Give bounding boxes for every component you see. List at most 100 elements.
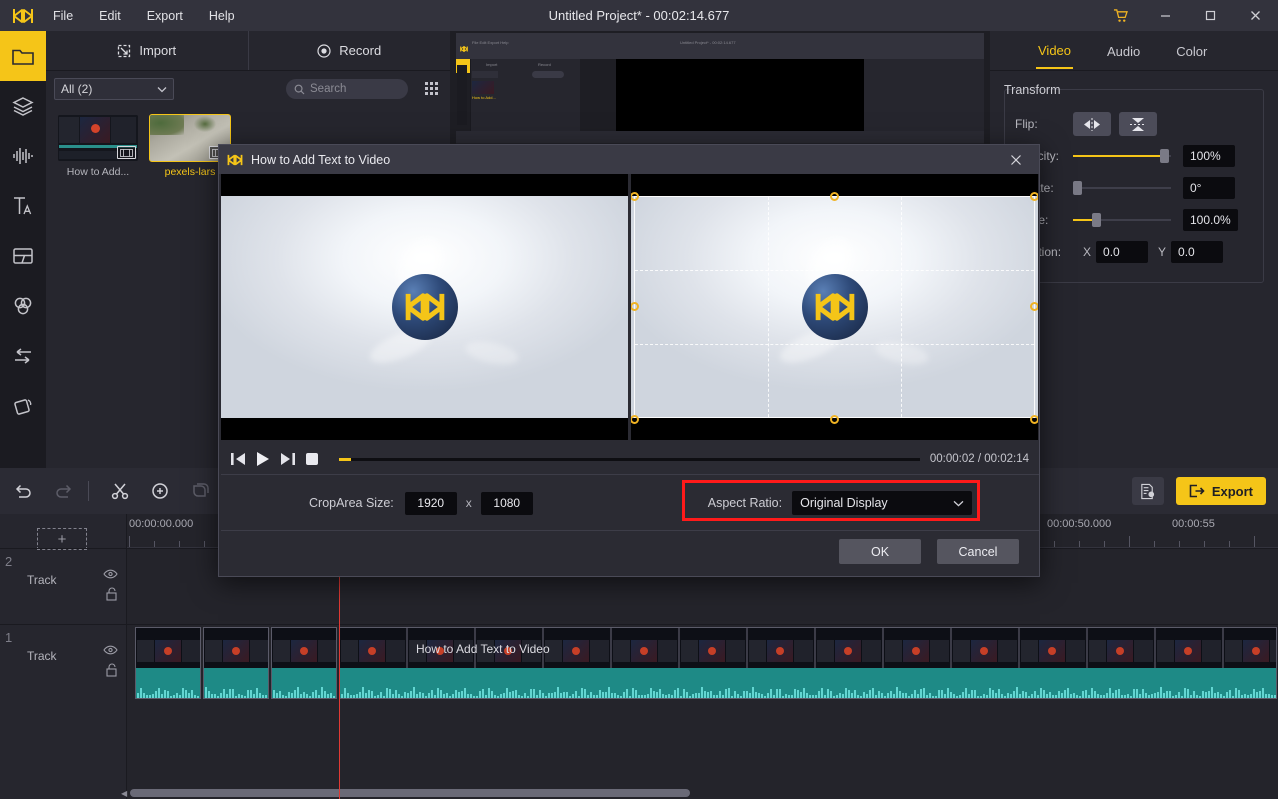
sidebar-item-elements[interactable]	[0, 381, 46, 431]
minimize-icon[interactable]	[1143, 0, 1188, 31]
app-logo-icon	[0, 8, 46, 24]
crop-add-icon	[151, 482, 169, 500]
cancel-button[interactable]: Cancel	[937, 539, 1019, 564]
crop-handle-mid-right[interactable]	[1030, 302, 1038, 311]
menu-file[interactable]: File	[50, 7, 76, 25]
track-header-2: 2 Track	[0, 549, 127, 624]
grid-view-icon[interactable]	[422, 79, 442, 99]
crop-handle-bottom-left[interactable]	[631, 415, 639, 424]
opacity-value[interactable]: 100%	[1183, 145, 1235, 167]
crop-height-input[interactable]: 1080	[481, 492, 533, 515]
menu-export[interactable]: Export	[144, 7, 186, 25]
maximize-icon[interactable]	[1188, 0, 1233, 31]
unlock-icon[interactable]	[105, 663, 118, 682]
eye-icon[interactable]	[103, 642, 118, 660]
title-bar: File Edit Export Help Untitled Project* …	[0, 0, 1278, 31]
elements-icon	[11, 395, 35, 417]
tab-video[interactable]: Video	[1036, 33, 1073, 69]
media-filter-select[interactable]: All (2)	[54, 78, 174, 100]
copy-button[interactable]	[183, 474, 217, 508]
timeline-clip[interactable]	[271, 627, 337, 699]
undo-button[interactable]	[6, 474, 40, 508]
rotate-value[interactable]: 0°	[1183, 177, 1235, 199]
dialog-close-icon[interactable]	[1001, 145, 1031, 174]
menu-help[interactable]: Help	[206, 7, 238, 25]
ruler-label-3: 00:00:55	[1172, 518, 1215, 530]
clip-audio-waveform	[340, 668, 1276, 698]
crop-button[interactable]	[143, 474, 177, 508]
split-button[interactable]	[103, 474, 137, 508]
crop-width-input[interactable]: 1920	[405, 492, 457, 515]
next-frame-button[interactable]	[280, 452, 295, 466]
track-name: Track	[27, 573, 57, 587]
position-y-value[interactable]: 0.0	[1171, 241, 1223, 263]
stop-button[interactable]	[305, 452, 319, 466]
timeline-horizontal-scrollbar[interactable]: ◀	[127, 789, 1278, 797]
timeline-clip[interactable]	[135, 627, 201, 699]
audio-waveform-icon	[11, 145, 35, 167]
sidebar-item-titles[interactable]	[0, 181, 46, 231]
copy-icon	[191, 482, 209, 500]
next-frame-icon	[280, 452, 295, 466]
ruler-label-0: 00:00:00.000	[129, 518, 193, 530]
tab-record[interactable]: Record	[248, 31, 451, 70]
play-button[interactable]	[256, 451, 270, 467]
sidebar-item-stock-media[interactable]	[0, 81, 46, 131]
rotate-slider[interactable]	[1073, 187, 1171, 189]
clip-audio-waveform	[272, 668, 336, 698]
crop-handle-bottom-center[interactable]	[830, 415, 839, 424]
undo-icon	[14, 483, 33, 499]
scale-value[interactable]: 100.0%	[1183, 209, 1238, 231]
tab-audio[interactable]: Audio	[1105, 34, 1142, 68]
aspect-ratio-select[interactable]: Original Display	[792, 491, 972, 515]
flip-vertical-button[interactable]	[1119, 112, 1157, 136]
record-icon	[317, 44, 331, 58]
export-button[interactable]: Export	[1176, 477, 1266, 505]
prev-frame-button[interactable]	[231, 452, 246, 466]
timeline-clip[interactable]: How to Add Text to Video	[339, 627, 1277, 699]
sidebar-item-split-screen[interactable]	[0, 231, 46, 281]
redo-button[interactable]	[46, 474, 80, 508]
flip-horizontal-button[interactable]	[1073, 112, 1111, 136]
media-item-0[interactable]: How to Add...	[58, 115, 138, 178]
close-icon[interactable]	[1233, 0, 1278, 31]
tab-color[interactable]: Color	[1174, 34, 1209, 68]
crop-handle-top-center[interactable]	[830, 192, 839, 201]
sidebar-item-effects[interactable]	[0, 281, 46, 331]
unlock-icon[interactable]	[105, 587, 118, 606]
search-input[interactable]: Search	[286, 79, 408, 99]
project-settings-button[interactable]	[1132, 477, 1164, 505]
tab-record-label: Record	[339, 43, 381, 58]
eye-icon[interactable]	[103, 566, 118, 584]
scale-slider[interactable]	[1073, 219, 1171, 221]
timeline-clip[interactable]	[203, 627, 269, 699]
track-row[interactable]: 1 Track How to Add Text to Video	[0, 624, 1278, 700]
add-track-button[interactable]: +	[37, 528, 87, 550]
export-arrow-icon	[1189, 484, 1205, 498]
crop-preview[interactable]	[631, 174, 1038, 440]
position-x-value[interactable]: 0.0	[1096, 241, 1148, 263]
scrollbar-thumb[interactable]	[130, 789, 690, 797]
cart-icon[interactable]	[1098, 0, 1143, 31]
prev-frame-icon	[231, 452, 246, 466]
crop-handle-top-right[interactable]	[1030, 192, 1038, 201]
video-clip-badge-icon	[117, 146, 136, 159]
crop-rectangle[interactable]	[634, 196, 1035, 418]
media-item-caption: How to Add...	[58, 166, 138, 178]
folder-icon	[11, 45, 35, 67]
sidebar-item-audio[interactable]	[0, 131, 46, 181]
sidebar-item-media-library[interactable]	[0, 31, 46, 81]
opacity-slider[interactable]	[1073, 155, 1171, 157]
position-row: Position: X 0.0 Y 0.0	[1015, 236, 1253, 268]
playback-progress-slider[interactable]	[339, 458, 920, 461]
search-placeholder: Search	[310, 83, 346, 95]
ok-button[interactable]: OK	[839, 539, 921, 564]
properties-tab-bar: Video Audio Color	[990, 31, 1278, 71]
dialog-title: How to Add Text to Video	[251, 153, 390, 167]
menu-bar: File Edit Export Help	[50, 7, 238, 25]
crop-handle-bottom-right[interactable]	[1030, 415, 1038, 424]
transform-group: Flip: Opacity: 100%	[1004, 89, 1264, 283]
sidebar-item-transitions[interactable]	[0, 331, 46, 381]
tab-import[interactable]: Import	[46, 31, 248, 70]
menu-edit[interactable]: Edit	[96, 7, 124, 25]
